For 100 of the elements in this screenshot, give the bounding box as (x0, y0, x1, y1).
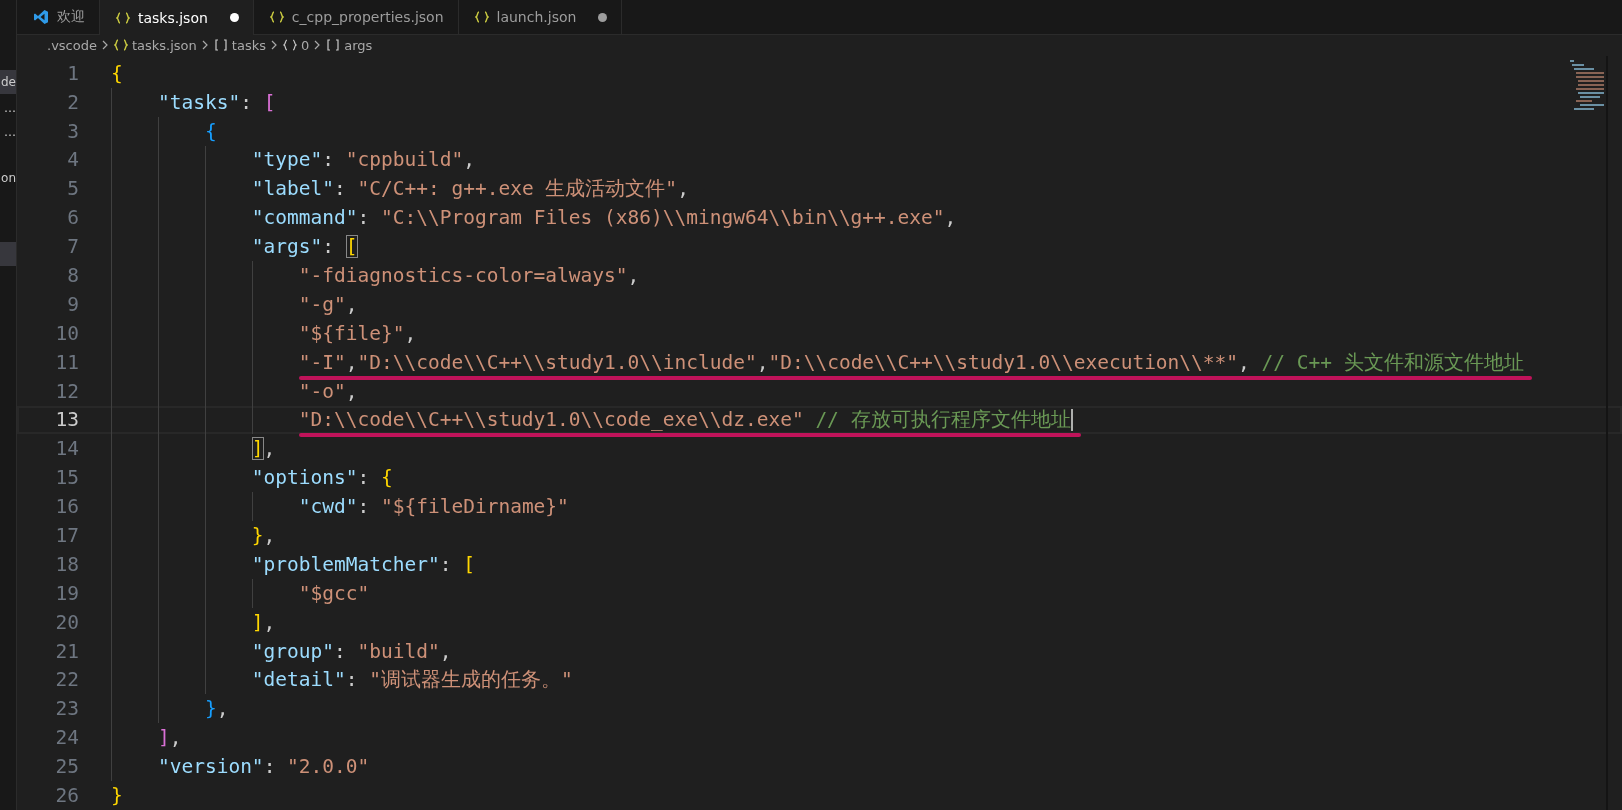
bracket: [ (345, 235, 358, 259)
punctuation: : (357, 495, 371, 519)
json-key: "detail" (251, 668, 346, 692)
line-number: 16 (54, 495, 79, 519)
line-number: 1 (66, 61, 79, 85)
chevron-icon (270, 40, 278, 51)
json-key: "label" (251, 177, 335, 201)
punctuation: : (357, 466, 371, 490)
json-key: "options" (251, 466, 358, 490)
punctuation: , (263, 610, 276, 634)
side-item[interactable]: de (0, 70, 16, 94)
bracket: { (111, 61, 123, 85)
bracket: [ (263, 90, 276, 114)
text-cursor (1070, 408, 1073, 431)
punctuation: , (677, 177, 689, 201)
json-key: "tasks" (157, 90, 241, 114)
punctuation: , (169, 726, 182, 750)
punctuation: , (756, 350, 769, 374)
breadcrumb-item[interactable]: .vscode (47, 37, 97, 53)
editor-tab[interactable]: tasks.json (100, 0, 254, 36)
string-value: "D:\\code\\C++\\study1.0\\code_exe\\dz.exe" (298, 408, 804, 432)
punctuation: : (334, 177, 347, 201)
json-key: "args" (251, 235, 323, 259)
bracket: { (204, 119, 217, 143)
punctuation: , (263, 524, 276, 548)
line-number: 3 (66, 119, 79, 143)
side-item[interactable]: … (0, 96, 16, 120)
json-key: "command" (251, 206, 358, 230)
line-number: 10 (54, 321, 79, 345)
braces-icon (116, 11, 130, 24)
punctuation: , (263, 437, 276, 461)
punctuation: : (357, 206, 371, 230)
line-number: 19 (54, 581, 79, 605)
punctuation: , (404, 321, 417, 345)
bracket: ] (251, 610, 264, 634)
string-value: "-g" (298, 292, 346, 316)
json-key: "version" (157, 755, 264, 779)
string-value: "-o" (298, 379, 346, 403)
breadcrumb-item[interactable]: args (326, 37, 373, 53)
unsaved-dot-icon (229, 13, 239, 22)
punctuation: : (322, 148, 336, 172)
braces-icon (113, 39, 128, 52)
string-value: "-I" (298, 350, 346, 374)
side-item[interactable]: … (0, 120, 16, 144)
breadcrumb-item[interactable]: 0 (282, 37, 310, 53)
chevron-icon (201, 40, 209, 51)
punctuation: : (334, 639, 347, 663)
side-item[interactable]: on (0, 166, 16, 190)
string-value: "${fileDirname}" (381, 495, 569, 519)
breadcrumb-item[interactable]: tasks.json (113, 37, 197, 53)
line-number: 26 (54, 784, 79, 808)
line-number: 2 (66, 90, 79, 114)
punctuation: , (1238, 350, 1250, 374)
punctuation: , (439, 639, 452, 663)
punctuation: : (240, 90, 253, 114)
bracket: ] (251, 437, 264, 461)
chevron-icon (101, 40, 109, 51)
bracket: { (381, 466, 393, 490)
string-value: "C/C++: g++.exe 生成活动文件" (357, 176, 678, 203)
string-value: "-fdiagnostics-color=always" (298, 264, 628, 287)
chevron-icon (314, 40, 322, 51)
json-key: "problemMatcher" (251, 552, 440, 576)
punctuation: : (322, 235, 336, 259)
line-number: 4 (66, 148, 79, 172)
vscode-logo-icon (33, 9, 49, 25)
punctuation: : (263, 755, 277, 779)
side-item[interactable] (0, 242, 16, 266)
line-number: 23 (54, 697, 79, 721)
line-number: 24 (54, 726, 79, 750)
line-number: 15 (54, 466, 79, 490)
line-number: 6 (66, 206, 79, 230)
braces-icon (282, 39, 297, 52)
line-number: 20 (54, 610, 79, 634)
bracket: } (111, 784, 123, 808)
punctuation: , (345, 350, 358, 374)
string-value: "C:\\Program Files (x86)\\mingw64\\bin\\g++.exe" (381, 206, 945, 230)
line-number: 5 (66, 177, 79, 201)
bracket: ] (157, 726, 170, 750)
code-comment: // C++ 头文件和源文件地址 (1261, 349, 1524, 376)
line-number: 7 (66, 235, 79, 259)
line-number: 18 (54, 552, 79, 576)
bracket: } (204, 697, 217, 721)
string-value: "$gcc" (298, 581, 370, 605)
line-number: 8 (66, 264, 79, 287)
line-number: 17 (54, 524, 79, 548)
string-value: "build" (357, 639, 440, 663)
punctuation: , (345, 379, 358, 403)
brackets-icon (326, 39, 341, 52)
code-comment: // 存放可执行程序文件地址 (815, 407, 1071, 434)
breadcrumb-item[interactable]: tasks (213, 37, 266, 53)
punctuation: , (345, 292, 358, 316)
line-number: 12 (54, 379, 79, 403)
line-number: 9 (66, 292, 79, 316)
braces-icon (269, 11, 284, 23)
punctuation: , (216, 697, 229, 721)
unsaved-dot-icon (598, 12, 608, 22)
line-number: 14 (54, 437, 79, 461)
string-value: "D:\\code\\C++\\study1.0\\execution\\**" (768, 350, 1239, 374)
punctuation: , (944, 206, 957, 230)
string-value: "cppbuild" (345, 148, 464, 172)
